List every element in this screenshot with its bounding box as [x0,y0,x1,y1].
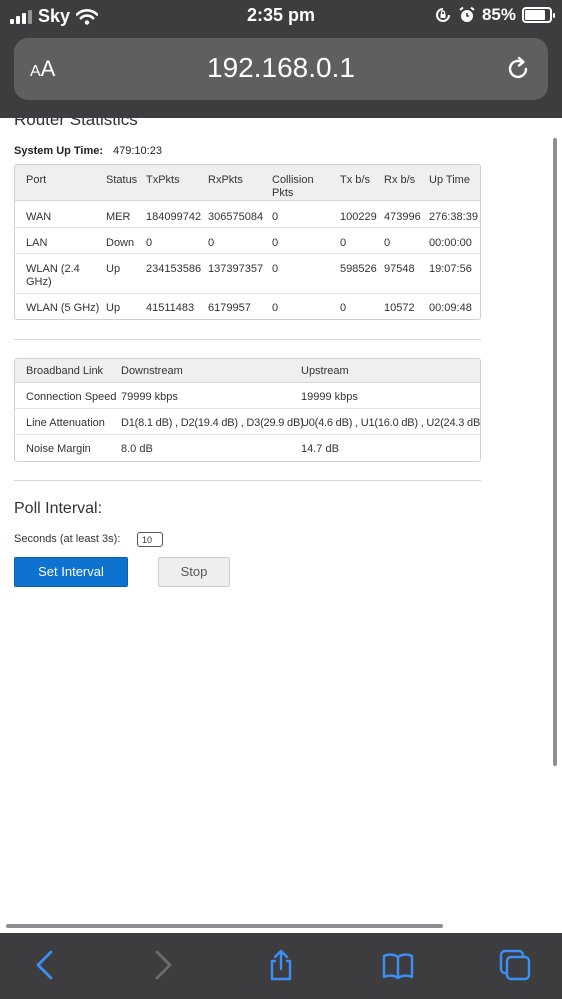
cell-uptime: 00:00:00 [429,237,472,249]
cell-uptime: 19:07:56 [429,263,472,275]
header-txbs: Tx b/s [340,174,370,186]
header-uptime: Up Time [429,174,470,186]
cell-status: MER [106,211,131,223]
cell-link: Connection Speed [26,391,117,403]
cell-status: Up [106,302,121,314]
system-uptime-value: 479:10:23 [113,145,162,157]
seconds-label: Seconds (at least 3s): [14,533,121,545]
table-row: Noise Margin 8.0 dB 14.7 dB [15,435,480,461]
cell-port: WLAN (2.4 GHz) [26,263,80,288]
battery-fill [525,10,546,20]
battery-icon [522,7,555,23]
set-interval-button[interactable]: Set Interval [14,557,128,587]
cell-rxpkts: 6179957 [208,302,251,314]
browser-toolbar [0,933,562,999]
rotation-lock-icon [436,8,450,22]
cell-rxpkts: 306575084 [208,211,264,223]
section-divider [14,339,481,340]
table-row: LAN Down 0 0 0 0 0 00:00:00 [15,228,480,254]
cell-downstream: D1(8.1 dB) , D2(19.4 dB) , D3(29.9 dB) [121,417,304,429]
cell-upstream: U0(4.6 dB) , U1(16.0 dB) , U2(24.3 dB) [301,417,481,429]
cell-upstream: 19999 kbps [301,391,358,403]
table-row: WLAN (5 GHz) Up 41511483 6179957 0 0 105… [15,294,480,319]
cell-collision: 0 [272,302,279,314]
vertical-scrollbar[interactable] [553,138,557,766]
cell-link: Noise Margin [26,443,91,455]
status-right: 85% [434,5,555,25]
share-icon[interactable] [265,949,297,981]
battery-percent: 85% [481,5,516,24]
header-status: Status [106,174,138,186]
alarm-icon [459,6,475,22]
cell-port: WAN [26,211,52,223]
cell-collision: 0 [272,211,279,223]
tabs-icon[interactable] [499,949,531,981]
cell-uptime: 276:38:39 [429,211,478,223]
poll-interval-title: Poll Interval: [14,500,103,517]
cell-rxbs: 473996 [384,211,421,223]
header-broadband-link: Broadband Link [26,365,104,377]
header-rxbs: Rx b/s [384,174,416,186]
cell-port: WLAN (5 GHz) [26,302,100,314]
cell-txbs: 0 [340,302,347,314]
cell-collision: 0 [272,237,279,249]
header-collision: Collision Pkts [272,174,314,199]
broadband-table: Broadband Link Downstream Upstream Conne… [14,358,481,462]
table-row: WLAN (2.4 GHz) Up 234153586 137397357 0 … [15,254,480,294]
table-header: Broadband Link Downstream Upstream [15,359,480,383]
header-port: Port [26,174,47,186]
cell-rxpkts: 0 [208,237,215,249]
horizontal-scrollbar[interactable] [6,924,443,928]
cell-link: Line Attenuation [26,417,105,429]
cell-rxpkts: 137397357 [208,263,264,275]
address-bar[interactable]: AA 192.168.0.1 [14,38,548,100]
forward-icon [155,950,172,980]
cell-txbs: 598526 [340,263,377,275]
table-header: Port Status TxPkts RxPkts Collision Pkts… [15,165,480,201]
header-txpkts: TxPkts [146,174,180,186]
stop-button[interactable]: Stop [158,557,230,587]
system-uptime-label: System Up Time: [14,145,104,157]
section-divider [14,480,481,481]
status-bar: Sky 2:35 pm 85% [0,0,562,32]
back-icon[interactable] [30,949,62,981]
cell-rxbs: 0 [384,237,391,249]
cell-port: LAN [26,237,48,249]
cell-txpkts: 234153586 [146,263,202,275]
router-stats-table: Port Status TxPkts RxPkts Collision Pkts… [14,164,481,320]
cell-downstream: 79999 kbps [121,391,178,403]
reload-icon[interactable] [504,55,532,83]
browser-top-chrome: Sky 2:35 pm 85% AA 192.168.0.1 [0,0,562,118]
seconds-input[interactable] [137,532,163,547]
cell-uptime: 00:09:48 [429,302,472,314]
cell-txpkts: 41511483 [146,302,195,314]
cell-txbs: 100229 [340,211,377,223]
table-row: Line Attenuation D1(8.1 dB) , D2(19.4 dB… [15,409,480,435]
header-upstream: Upstream [301,365,349,377]
cell-txpkts: 184099742 [146,211,202,223]
page-content: Router Statistics System Up Time: 479:10… [0,118,562,933]
bookmarks-icon[interactable] [382,949,414,981]
cell-collision: 0 [272,263,279,275]
header-downstream: Downstream [121,365,183,377]
cell-downstream: 8.0 dB [121,443,153,455]
url-text[interactable]: 192.168.0.1 [14,52,548,84]
cell-status: Up [106,263,121,275]
cell-txpkts: 0 [146,237,153,249]
page-title: Router Statistics [14,118,138,129]
cell-rxbs: 10572 [384,302,415,314]
header-rxpkts: RxPkts [208,174,243,186]
table-row: WAN MER 184099742 306575084 0 100229 473… [15,201,480,228]
table-row: Connection Speed 79999 kbps 19999 kbps [15,383,480,409]
cell-txbs: 0 [340,237,347,249]
cell-rxbs: 97548 [384,263,415,275]
cell-status: Down [106,237,135,249]
cell-upstream: 14.7 dB [301,443,339,455]
